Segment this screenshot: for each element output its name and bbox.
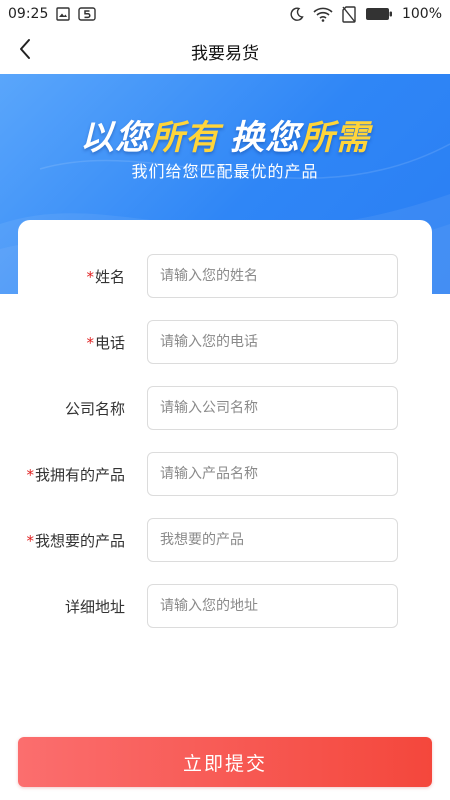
name-label: *姓名 — [86, 267, 125, 286]
owned-product-input[interactable] — [147, 452, 398, 496]
headline-part-4: 所需 — [300, 118, 370, 158]
company-input[interactable] — [147, 386, 398, 430]
wifi-icon — [313, 7, 333, 22]
company-label: 公司名称 — [64, 399, 125, 418]
status-time: 09:25 — [8, 6, 49, 22]
battery-icon — [365, 7, 393, 21]
form-row-owned-product: *我拥有的产品 — [18, 452, 432, 496]
headline-part-2: 所有 — [150, 118, 220, 158]
form-row-address: 详细地址 — [18, 584, 432, 628]
headline-part-1: 以您 — [80, 118, 150, 158]
address-input[interactable] — [147, 584, 398, 628]
form-row-phone: *电话 — [18, 320, 432, 364]
form-row-name: *姓名 — [18, 254, 432, 298]
owned-product-label: *我拥有的产品 — [26, 465, 125, 484]
app-5-icon — [78, 7, 97, 21]
back-button[interactable] — [10, 36, 40, 66]
no-sim-icon — [342, 5, 356, 23]
wanted-product-label: *我想要的产品 — [26, 531, 125, 550]
required-mark: * — [26, 465, 34, 484]
status-bar: 09:25 100% — [0, 0, 450, 28]
hero-subtitle: 我们给您匹配最优的产品 — [131, 162, 319, 181]
required-mark: * — [86, 267, 94, 286]
wanted-product-input[interactable] — [147, 518, 398, 562]
submit-button[interactable]: 立即提交 — [18, 737, 432, 787]
address-label: 详细地址 — [64, 597, 125, 616]
form-row-company: 公司名称 — [18, 386, 432, 430]
required-mark: * — [86, 333, 94, 352]
required-mark: * — [26, 531, 34, 550]
name-input[interactable] — [147, 254, 398, 298]
form-card: *姓名 *电话 公司名称 *我拥有的产品 *我想要的产品 详细地址 — [18, 220, 432, 690]
chevron-left-icon — [18, 38, 32, 64]
phone-input[interactable] — [147, 320, 398, 364]
gallery-icon — [56, 7, 71, 21]
phone-label: *电话 — [86, 333, 125, 352]
moon-icon — [290, 7, 304, 21]
form-row-wanted-product: *我想要的产品 — [18, 518, 432, 562]
hero-headline: 以您所有 换您所需 — [0, 110, 450, 159]
battery-level: 100% — [401, 6, 442, 22]
nav-bar: 我要易货 — [0, 28, 450, 74]
page-title: 我要易货 — [191, 43, 259, 64]
headline-part-3: 换您 — [230, 118, 300, 158]
